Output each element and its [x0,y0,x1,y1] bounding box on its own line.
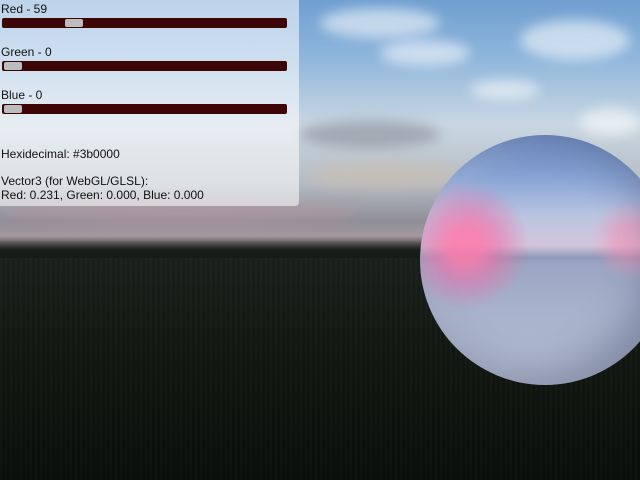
hexadecimal-readout: Hexidecimal: #3b0000 [1,147,120,161]
cloud [470,80,540,100]
cloud [580,108,640,136]
blue-slider-thumb[interactable] [4,105,22,113]
green-slider-label: Green - 0 [1,45,52,59]
cloud [320,8,440,38]
blue-slider-label: Blue - 0 [1,88,43,102]
cloud [380,40,470,66]
red-slider[interactable] [2,18,287,28]
red-slider-label: Red - 59 [1,2,48,16]
vector3-heading: Vector3 (for WebGL/GLSL): [1,174,149,188]
red-slider-thumb[interactable] [64,19,83,27]
green-slider[interactable] [2,61,287,71]
color-control-panel: Red - 59 Green - 0 Blue - 0 Hexidecimal:… [0,0,299,206]
green-slider-thumb[interactable] [4,62,22,70]
cloud [300,120,440,148]
cloud [520,20,630,60]
blue-slider[interactable] [2,104,287,114]
vector3-values: Red: 0.231, Green: 0.000, Blue: 0.000 [1,188,204,202]
cloud [310,160,460,190]
